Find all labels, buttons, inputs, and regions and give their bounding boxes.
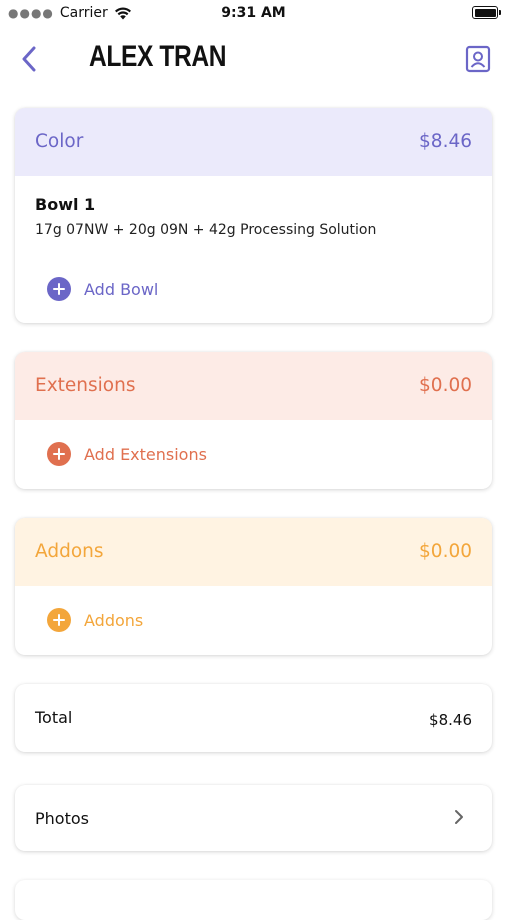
addons-card-header: Addons $0.00 [15,518,492,586]
total-card: Total $8.46 [15,684,492,752]
add-bowl-button[interactable]: Add Bowl [15,255,492,323]
extensions-section-title: Extensions [35,375,136,396]
photos-row[interactable]: Photos [15,785,492,851]
color-section-title: Color [35,131,84,152]
add-extensions-label: Add Extensions [84,444,207,464]
color-card: Color $8.46 Bowl 1 17g 07NW + 20g 09N + … [15,108,492,323]
color-section-amount: $8.46 [419,131,472,152]
battery-icon [472,6,501,19]
plus-circle-icon [47,442,71,466]
addons-section-amount: $0.00 [419,541,472,562]
add-addons-button[interactable]: Addons [15,586,492,654]
plus-circle-icon [47,608,71,632]
add-addons-label: Addons [84,610,144,630]
extensions-card: Extensions $0.00 Add Extensions [15,352,492,489]
next-card-partial [15,880,492,920]
chevron-right-icon [455,810,463,824]
add-bowl-label: Add Bowl [84,279,159,299]
extensions-card-header: Extensions $0.00 [15,352,492,420]
bowl-title[interactable]: Bowl 1 [35,195,95,214]
nav-bar: ALEX TRAN [0,28,507,94]
page-title: ALEX TRAN [89,40,227,73]
extensions-section-amount: $0.00 [419,375,472,396]
status-time: 9:31 AM [221,5,286,21]
contact-card-icon[interactable] [465,45,491,73]
status-bar: ●●●● Carrier 9:31 AM [0,0,507,28]
chevron-left-icon [22,46,36,72]
back-button[interactable] [14,41,44,77]
total-label: Total [35,708,73,727]
bowl-formula: 17g 07NW + 20g 09N + 42g Processing Solu… [35,222,377,238]
addons-section-title: Addons [35,541,104,562]
photos-label: Photos [35,809,89,828]
plus-circle-icon [47,277,71,301]
addons-card: Addons $0.00 Addons [15,518,492,655]
add-extensions-button[interactable]: Add Extensions [15,420,492,488]
total-value: $8.46 [429,711,472,729]
color-card-header: Color $8.46 [15,108,492,176]
